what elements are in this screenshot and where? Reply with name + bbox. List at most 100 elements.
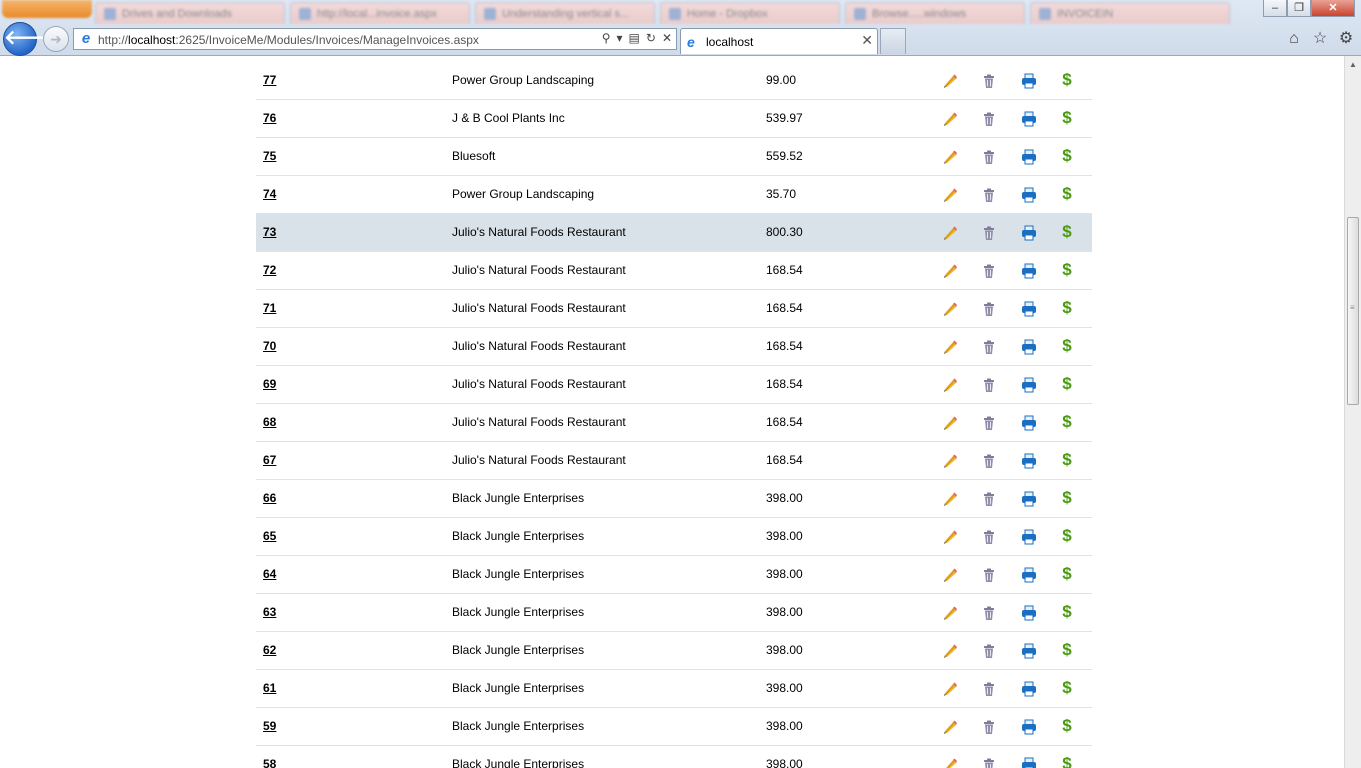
- invoice-number-link[interactable]: 71: [263, 290, 276, 327]
- pencil-icon[interactable]: [942, 377, 958, 393]
- pencil-icon[interactable]: [942, 415, 958, 431]
- dollar-icon[interactable]: $: [1059, 337, 1075, 354]
- pencil-icon[interactable]: [942, 605, 958, 621]
- pencil-icon[interactable]: [942, 149, 958, 165]
- invoice-number-link[interactable]: 64: [263, 556, 276, 593]
- close-tab-icon[interactable]: ✕: [861, 32, 873, 49]
- pencil-icon[interactable]: [942, 339, 958, 355]
- invoice-number-link[interactable]: 58: [263, 746, 276, 768]
- trash-icon[interactable]: [981, 643, 997, 659]
- printer-icon[interactable]: [1021, 681, 1037, 697]
- dollar-icon[interactable]: $: [1059, 299, 1075, 316]
- invoice-number-link[interactable]: 67: [263, 442, 276, 479]
- pencil-icon[interactable]: [942, 453, 958, 469]
- printer-icon[interactable]: [1021, 453, 1037, 469]
- background-tab[interactable]: INVOICEIN: [1030, 2, 1230, 24]
- pencil-icon[interactable]: [942, 719, 958, 735]
- gear-icon[interactable]: ⚙: [1337, 30, 1355, 48]
- pencil-icon[interactable]: [942, 225, 958, 241]
- invoice-number-link[interactable]: 61: [263, 670, 276, 707]
- invoice-number-link[interactable]: 70: [263, 328, 276, 365]
- dollar-icon[interactable]: $: [1059, 565, 1075, 582]
- background-tab[interactable]: Browse.....windows: [845, 2, 1025, 24]
- close-window-button[interactable]: ✕: [1311, 0, 1355, 17]
- background-tab[interactable]: Understanding vertical s...: [475, 2, 655, 24]
- vertical-scrollbar[interactable]: ▲ ≡: [1344, 56, 1361, 768]
- address-bar[interactable]: e http://localhost:2625/InvoiceMe/Module…: [73, 28, 677, 50]
- printer-icon[interactable]: [1021, 643, 1037, 659]
- trash-icon[interactable]: [981, 111, 997, 127]
- forward-button[interactable]: ➜: [43, 26, 69, 52]
- trash-icon[interactable]: [981, 605, 997, 621]
- background-tab[interactable]: http://local...invoice.aspx: [290, 2, 470, 24]
- invoice-number-link[interactable]: 77: [263, 62, 276, 99]
- printer-icon[interactable]: [1021, 415, 1037, 431]
- home-icon[interactable]: ⌂: [1285, 30, 1303, 48]
- pencil-icon[interactable]: [942, 111, 958, 127]
- background-tab[interactable]: Drives and Downloads: [95, 2, 285, 24]
- printer-icon[interactable]: [1021, 111, 1037, 127]
- pencil-icon[interactable]: [942, 187, 958, 203]
- address-url[interactable]: http://localhost:2625/InvoiceMe/Modules/…: [98, 33, 479, 47]
- printer-icon[interactable]: [1021, 529, 1037, 545]
- printer-icon[interactable]: [1021, 339, 1037, 355]
- dollar-icon[interactable]: $: [1059, 641, 1075, 658]
- printer-icon[interactable]: [1021, 567, 1037, 583]
- new-tab-button[interactable]: [880, 28, 906, 54]
- dollar-icon[interactable]: $: [1059, 717, 1075, 734]
- dollar-icon[interactable]: $: [1059, 71, 1075, 88]
- trash-icon[interactable]: [981, 377, 997, 393]
- background-tab[interactable]: Home - Dropbox: [660, 2, 840, 24]
- trash-icon[interactable]: [981, 339, 997, 355]
- invoice-number-link[interactable]: 63: [263, 594, 276, 631]
- trash-icon[interactable]: [981, 453, 997, 469]
- pencil-icon[interactable]: [942, 301, 958, 317]
- compatibility-icon[interactable]: ▤: [629, 31, 640, 45]
- invoice-number-link[interactable]: 75: [263, 138, 276, 175]
- search-icon[interactable]: ⚲: [602, 31, 611, 45]
- trash-icon[interactable]: [981, 225, 997, 241]
- dollar-icon[interactable]: $: [1059, 489, 1075, 506]
- refresh-icon[interactable]: ↻: [646, 31, 656, 45]
- invoice-number-link[interactable]: 66: [263, 480, 276, 517]
- trash-icon[interactable]: [981, 149, 997, 165]
- trash-icon[interactable]: [981, 719, 997, 735]
- trash-icon[interactable]: [981, 73, 997, 89]
- dollar-icon[interactable]: $: [1059, 185, 1075, 202]
- printer-icon[interactable]: [1021, 301, 1037, 317]
- printer-icon[interactable]: [1021, 719, 1037, 735]
- scroll-thumb[interactable]: ≡: [1347, 217, 1359, 405]
- invoice-number-link[interactable]: 68: [263, 404, 276, 441]
- dollar-icon[interactable]: $: [1059, 451, 1075, 468]
- dollar-icon[interactable]: $: [1059, 413, 1075, 430]
- printer-icon[interactable]: [1021, 225, 1037, 241]
- invoice-number-link[interactable]: 72: [263, 252, 276, 289]
- trash-icon[interactable]: [981, 529, 997, 545]
- dollar-icon[interactable]: $: [1059, 223, 1075, 240]
- dollar-icon[interactable]: $: [1059, 527, 1075, 544]
- invoice-number-link[interactable]: 73: [263, 214, 276, 251]
- printer-icon[interactable]: [1021, 491, 1037, 507]
- invoice-number-link[interactable]: 62: [263, 632, 276, 669]
- star-icon[interactable]: ☆: [1311, 30, 1329, 48]
- dollar-icon[interactable]: $: [1059, 261, 1075, 278]
- dollar-icon[interactable]: $: [1059, 375, 1075, 392]
- printer-icon[interactable]: [1021, 149, 1037, 165]
- trash-icon[interactable]: [981, 415, 997, 431]
- trash-icon[interactable]: [981, 757, 997, 768]
- dollar-icon[interactable]: $: [1059, 147, 1075, 164]
- pencil-icon[interactable]: [942, 567, 958, 583]
- printer-icon[interactable]: [1021, 605, 1037, 621]
- trash-icon[interactable]: [981, 301, 997, 317]
- dollar-icon[interactable]: $: [1059, 679, 1075, 696]
- printer-icon[interactable]: [1021, 73, 1037, 89]
- pencil-icon[interactable]: [942, 491, 958, 507]
- pencil-icon[interactable]: [942, 263, 958, 279]
- printer-icon[interactable]: [1021, 263, 1037, 279]
- scroll-up-arrow-icon[interactable]: ▲: [1345, 56, 1361, 73]
- invoice-number-link[interactable]: 65: [263, 518, 276, 555]
- trash-icon[interactable]: [981, 681, 997, 697]
- restore-button[interactable]: ❐: [1287, 0, 1311, 17]
- pencil-icon[interactable]: [942, 529, 958, 545]
- trash-icon[interactable]: [981, 567, 997, 583]
